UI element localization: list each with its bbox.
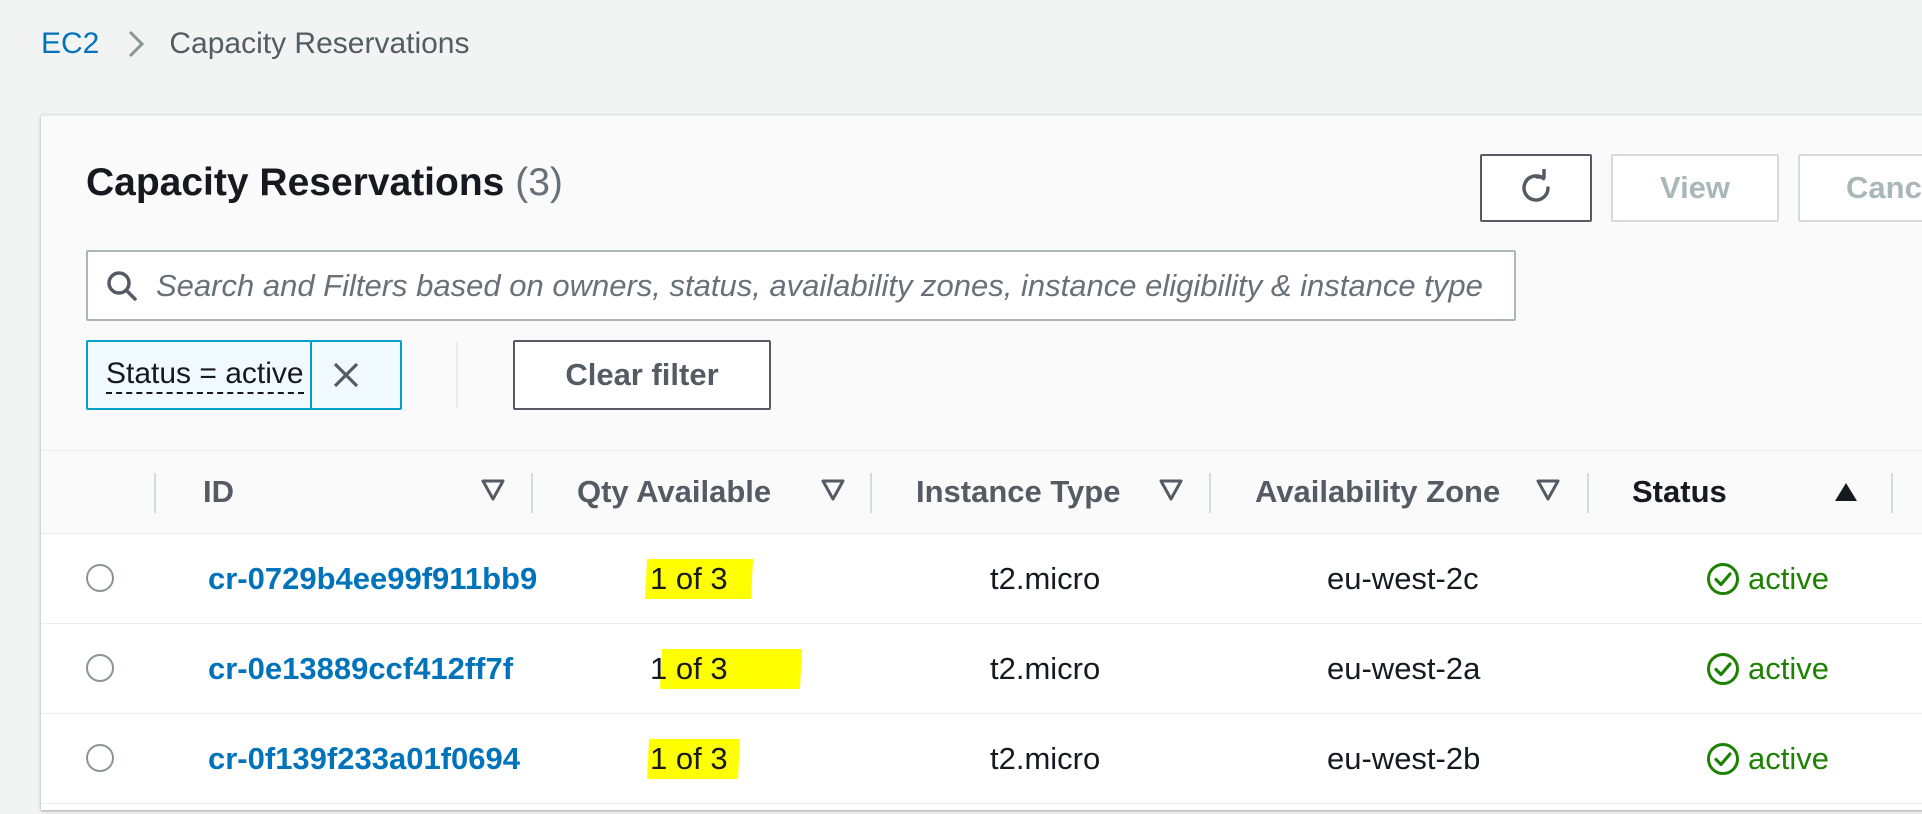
status-text: active [1748, 650, 1829, 686]
column-separator [154, 473, 156, 513]
filter-divider [456, 342, 458, 408]
status-badge: active [1706, 714, 1829, 803]
column-header-label: Status [1632, 474, 1727, 509]
column-header-qty-available[interactable]: Qty Available [577, 451, 771, 533]
column-separator [1209, 473, 1211, 513]
check-circle-icon [1706, 562, 1740, 596]
page-title-text: Capacity Reservations [86, 161, 505, 204]
status-badge: active [1706, 624, 1829, 713]
status-text: active [1748, 560, 1829, 596]
availability-zone-value: eu-west-2a [1327, 650, 1481, 686]
close-icon [332, 361, 360, 389]
breadcrumb-current: Capacity Reservations [169, 27, 470, 60]
table-header: ID Qty Available Instance Type Availabil… [41, 451, 1922, 534]
search-icon [106, 270, 138, 302]
column-header-label: Instance Type [916, 474, 1121, 509]
search-box[interactable] [86, 250, 1516, 321]
qty-available-value: 1 of 3 [650, 740, 728, 776]
table-row[interactable]: cr-0f139f233a01f0694 1 of 3 t2.micro eu-… [41, 714, 1922, 804]
column-separator [1587, 473, 1589, 513]
table-row[interactable]: cr-0729b4ee99f911bb9 1 of 3 t2.micro eu-… [41, 534, 1922, 624]
status-text: active [1748, 740, 1829, 776]
cancel-button[interactable]: Cancel [1798, 154, 1922, 222]
availability-zone-value: eu-west-2c [1327, 560, 1479, 596]
qty-available-value: 1 of 3 [650, 560, 728, 596]
panel-header: Capacity Reservations (3) View Cancel [41, 116, 1922, 451]
chevron-right-icon [127, 29, 145, 59]
instance-type-value: t2.micro [990, 740, 1101, 776]
view-button[interactable]: View [1611, 154, 1779, 222]
filter-token-label[interactable]: Status = active [88, 342, 310, 408]
column-header-instance-type[interactable]: Instance Type [916, 451, 1120, 533]
filter-token[interactable]: Status = active [86, 340, 402, 410]
column-header-status[interactable]: Status [1632, 451, 1727, 533]
reservation-id-link[interactable]: cr-0e13889ccf412ff7f [208, 651, 513, 687]
instance-type-value: t2.micro [990, 650, 1101, 686]
row-select-radio[interactable] [86, 564, 114, 592]
table-row[interactable]: cr-0e13889ccf412ff7f 1 of 3 t2.micro eu-… [41, 624, 1922, 714]
column-header-label: Qty Available [577, 474, 772, 509]
column-header-id[interactable]: ID [203, 451, 234, 533]
filter-token-text: Status = active [106, 356, 304, 394]
refresh-icon [1517, 169, 1555, 207]
status-badge: active [1706, 534, 1829, 623]
column-separator [870, 473, 872, 513]
breadcrumb-link-ec2[interactable]: EC2 [41, 27, 99, 61]
caret-down-outline-icon[interactable] [1159, 479, 1183, 506]
clear-filter-button[interactable]: Clear filter [513, 340, 771, 410]
reservation-id-link[interactable]: cr-0729b4ee99f911bb9 [208, 561, 537, 597]
column-header-label: Availability Zone [1255, 474, 1501, 509]
availability-zone-value: eu-west-2b [1327, 740, 1481, 776]
column-separator [531, 473, 533, 513]
column-header-label: ID [203, 474, 234, 509]
search-input[interactable] [154, 266, 1514, 305]
column-separator [1891, 473, 1893, 513]
item-count: (3) [515, 161, 563, 204]
instance-type-value: t2.micro [990, 560, 1101, 596]
qty-available-value: 1 of 3 [650, 650, 728, 686]
check-circle-icon [1706, 652, 1740, 686]
caret-up-filled-icon[interactable] [1834, 481, 1858, 508]
remove-filter-button[interactable] [310, 342, 380, 408]
page-title: Capacity Reservations (3) [86, 161, 563, 205]
reservation-id-link[interactable]: cr-0f139f233a01f0694 [208, 741, 520, 777]
row-select-radio[interactable] [86, 744, 114, 772]
caret-down-outline-icon[interactable] [481, 479, 505, 506]
breadcrumb: EC2 Capacity Reservations [41, 22, 470, 66]
column-header-availability-zone[interactable]: Availability Zone [1255, 451, 1500, 533]
caret-down-outline-icon[interactable] [1536, 479, 1560, 506]
check-circle-icon [1706, 742, 1740, 776]
row-select-radio[interactable] [86, 654, 114, 682]
refresh-button[interactable] [1480, 154, 1592, 222]
capacity-reservations-panel: Capacity Reservations (3) View Cancel [41, 115, 1922, 810]
caret-down-outline-icon[interactable] [821, 479, 845, 506]
